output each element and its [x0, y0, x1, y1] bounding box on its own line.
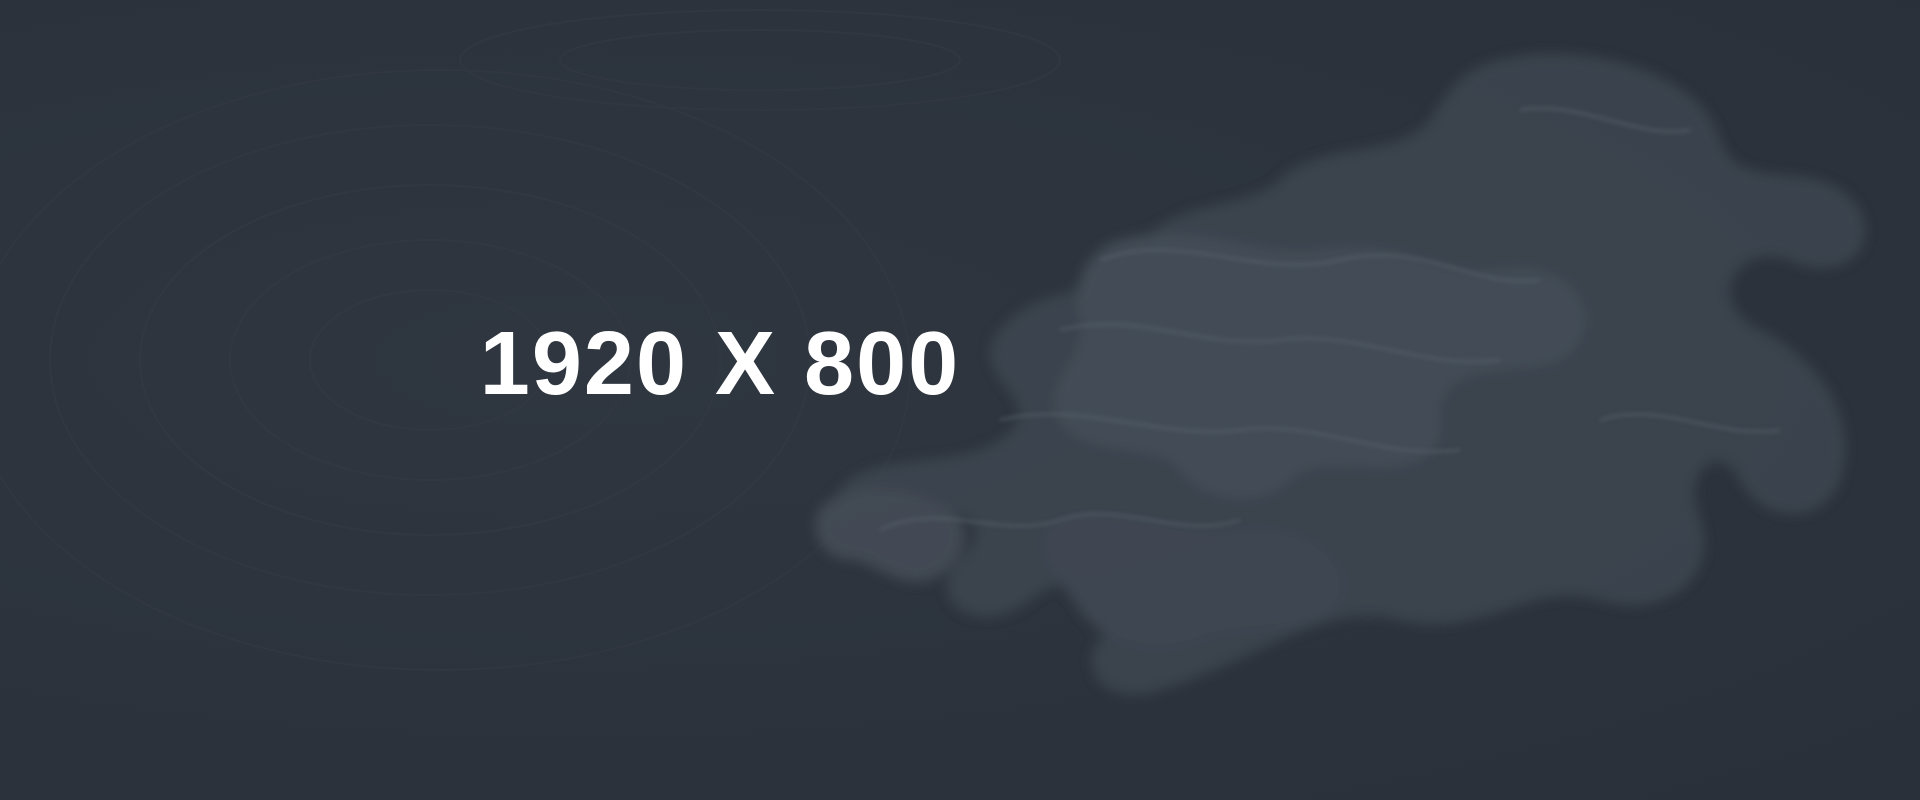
- dimension-label: 1920 X 800: [0, 314, 1920, 414]
- dimension-text: 1920 X 800: [479, 314, 961, 414]
- placeholder-banner: 1920 X 800: [0, 0, 1920, 800]
